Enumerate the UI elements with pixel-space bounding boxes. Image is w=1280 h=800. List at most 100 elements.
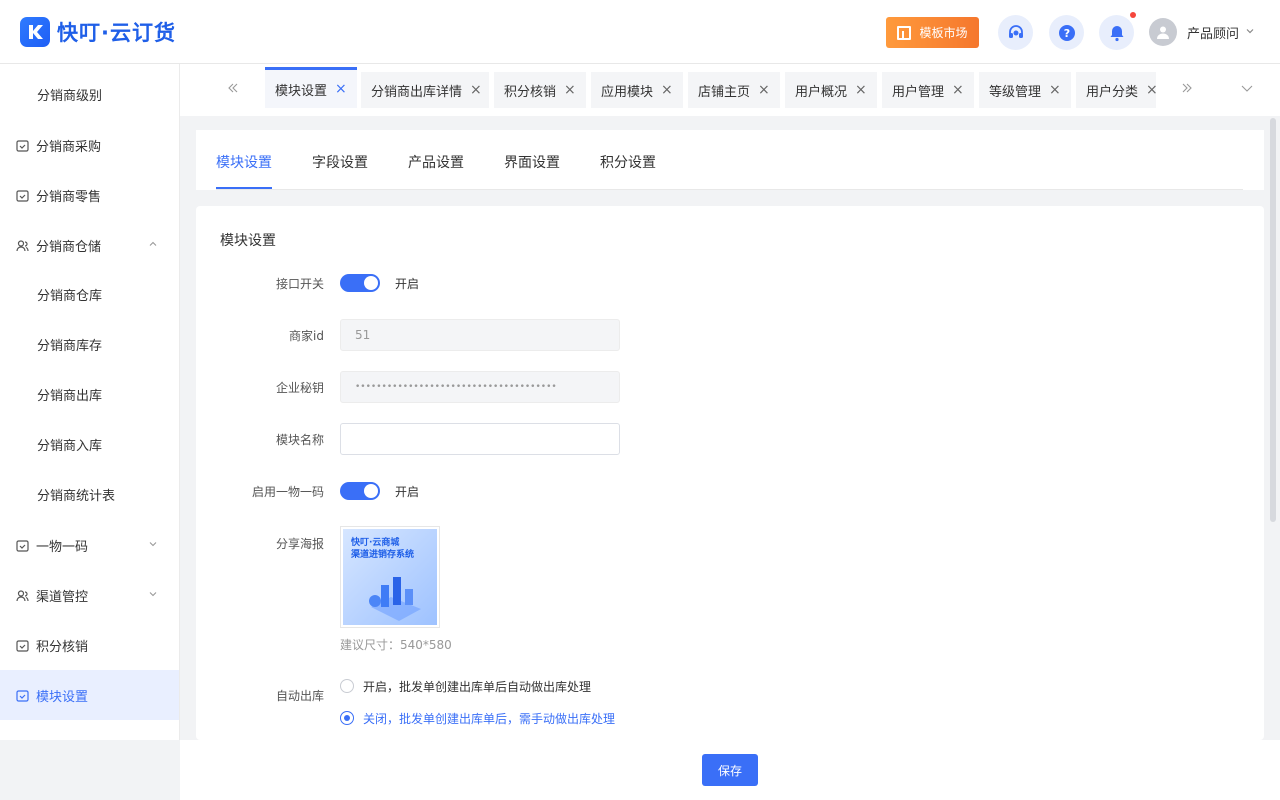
merchant-id-field[interactable]: 51 [340, 319, 620, 351]
notification-dot [1130, 12, 1136, 18]
tab-shop-home[interactable]: 店铺主页 × [688, 72, 780, 108]
tab-distributor-outbound-detail[interactable]: 分销商出库详情 × [361, 72, 489, 108]
sidebar-item-label: 分销商采购 [36, 139, 102, 155]
sidebar-item-distributor-stats[interactable]: 分销商统计表 [0, 469, 179, 519]
tab-user-category[interactable]: 用户分类 × [1076, 72, 1156, 108]
sidebar-item-distributor-outbound[interactable]: 分销商出库 [0, 369, 179, 419]
save-button[interactable]: 保存 [702, 754, 758, 786]
subtab-module-settings[interactable]: 模块设置 [216, 152, 272, 172]
users-icon [16, 589, 29, 602]
user-icon [1157, 26, 1169, 39]
help-icon: ? [1058, 24, 1075, 41]
poster-title-line1: 快叮·云商城 [351, 538, 400, 548]
avatar [1149, 18, 1177, 46]
close-icon[interactable]: × [1049, 82, 1061, 98]
secret-label: 企业秘钥 [275, 381, 324, 395]
module-name-field[interactable] [340, 423, 620, 455]
tab-label: 分销商出库详情 [371, 84, 463, 100]
logo[interactable]: 快叮·云订货 [20, 17, 176, 47]
auto-out-option-off-label[interactable]: 关闭，批发单创建出库单后，需手动做出库处理 [363, 710, 615, 727]
sidebar-item-label: 渠道管控 [36, 589, 89, 605]
sidebar-item-distributor-inventory[interactable]: 分销商库存 [0, 319, 179, 369]
close-icon[interactable]: × [1146, 82, 1156, 98]
sidebar-item-channel-control[interactable]: 渠道管控 [0, 570, 179, 620]
users-icon [16, 239, 29, 252]
active-subtab-indicator [216, 187, 272, 189]
auto-out-radio-on[interactable] [340, 679, 354, 693]
notification-button[interactable] [1099, 15, 1134, 50]
module-name-label: 模块名称 [275, 433, 324, 447]
sidebar-item-distributor-retail[interactable]: 分销商零售 [0, 170, 179, 220]
tabs-dropdown-icon[interactable] [1240, 80, 1254, 99]
scroll-left-icon[interactable] [226, 80, 240, 99]
sidebar-item-distributor-warehouse[interactable]: 分销商仓库 [0, 269, 179, 319]
calendar-icon [16, 689, 29, 702]
tab-label: 模块设置 [275, 83, 328, 99]
template-market-label: 模板市场 [919, 26, 968, 40]
auto-out-option-on-label[interactable]: 开启，批发单创建出库单后自动做出库处理 [363, 678, 591, 695]
tab-label: 积分核销 [504, 84, 557, 100]
close-icon[interactable]: × [661, 82, 673, 98]
subtab-product-settings[interactable]: 产品设置 [408, 152, 464, 172]
subtab-points-settings[interactable]: 积分设置 [600, 152, 656, 172]
footer-bar: 保存 [180, 740, 1280, 800]
tab-user-management[interactable]: 用户管理 × [882, 72, 974, 108]
poster-size-hint: 建议尺寸：540*580 [340, 638, 452, 652]
sidebar-item-one-code[interactable]: 一物一码 [0, 520, 179, 570]
close-icon[interactable]: × [758, 82, 770, 98]
sidebar-item-module-settings[interactable]: 模块设置 [0, 670, 179, 720]
api-switch-label: 接口开关 [275, 277, 324, 291]
help-button[interactable]: ? [1049, 15, 1084, 50]
settings-subtabs: 模块设置 字段设置 产品设置 界面设置 积分设置 [196, 130, 1264, 190]
sidebar-item-distributor-storage[interactable]: 分销商仓储 [0, 220, 179, 270]
tab-label: 应用模块 [601, 84, 654, 100]
template-market-button[interactable]: 模板市场 [886, 17, 979, 48]
close-icon[interactable]: × [952, 82, 964, 98]
code-switch-state: 开启 [395, 485, 420, 499]
sidebar-item-distributor-inbound[interactable]: 分销商入库 [0, 419, 179, 469]
tab-points-redeem[interactable]: 积分核销 × [494, 72, 586, 108]
calendar-icon [16, 639, 29, 652]
calendar-icon [16, 189, 29, 202]
tab-app-modules[interactable]: 应用模块 × [591, 72, 683, 108]
tab-label: 用户管理 [892, 84, 945, 100]
code-switch-toggle[interactable] [340, 482, 380, 500]
sidebar-item-label: 积分核销 [36, 639, 89, 655]
auto-out-label: 自动出库 [275, 689, 324, 703]
sidebar-item-distributor-purchase[interactable]: 分销商采购 [0, 120, 179, 170]
subtab-interface-settings[interactable]: 界面设置 [504, 152, 560, 172]
tab-module-settings[interactable]: 模块设置 × [265, 67, 357, 108]
tab-label: 店铺主页 [698, 84, 751, 100]
auto-out-radio-off[interactable] [340, 711, 354, 725]
api-switch-state: 开启 [395, 277, 420, 291]
share-poster-image[interactable]: 快叮·云商城 渠道进销存系统 [340, 526, 440, 628]
sidebar-item-label: 分销商零售 [36, 189, 102, 205]
sidebar-item-points-redeem[interactable]: 积分核销 [0, 620, 179, 670]
subtabs-divider [216, 189, 1243, 190]
calendar-icon [16, 539, 29, 552]
subtab-field-settings[interactable]: 字段设置 [312, 152, 368, 172]
page-scrollbar[interactable] [1270, 118, 1276, 522]
close-icon[interactable]: × [335, 81, 347, 97]
api-switch-toggle[interactable] [340, 274, 380, 292]
close-icon[interactable]: × [470, 82, 482, 98]
scroll-right-icon[interactable] [1180, 80, 1194, 99]
logo-mark-icon [20, 17, 50, 47]
chevron-down-icon [148, 588, 158, 603]
tab-user-overview[interactable]: 用户概况 × [785, 72, 877, 108]
sidebar-item-distributor-level[interactable]: 分销商级别 [0, 69, 179, 119]
sidebar-item-label: 模块设置 [36, 689, 89, 705]
sidebar-item-label: 分销商统计表 [37, 488, 116, 504]
chevron-down-icon [1245, 26, 1255, 39]
tab-level-management[interactable]: 等级管理 × [979, 72, 1071, 108]
sidebar-item-label: 分销商出库 [37, 388, 103, 404]
user-menu[interactable]: 产品顾问 [1149, 18, 1255, 46]
sidebar-item-label: 分销商仓库 [37, 288, 103, 304]
customer-service-button[interactable] [998, 15, 1033, 50]
headset-icon [1008, 24, 1023, 38]
sidebar-item-label: 分销商库存 [37, 338, 103, 354]
close-icon[interactable]: × [855, 82, 867, 98]
logo-text: 快叮·云订货 [57, 21, 176, 45]
secret-field[interactable]: •••••••••••••••••••••••••••••••••••••• [340, 371, 620, 403]
close-icon[interactable]: × [564, 82, 576, 98]
